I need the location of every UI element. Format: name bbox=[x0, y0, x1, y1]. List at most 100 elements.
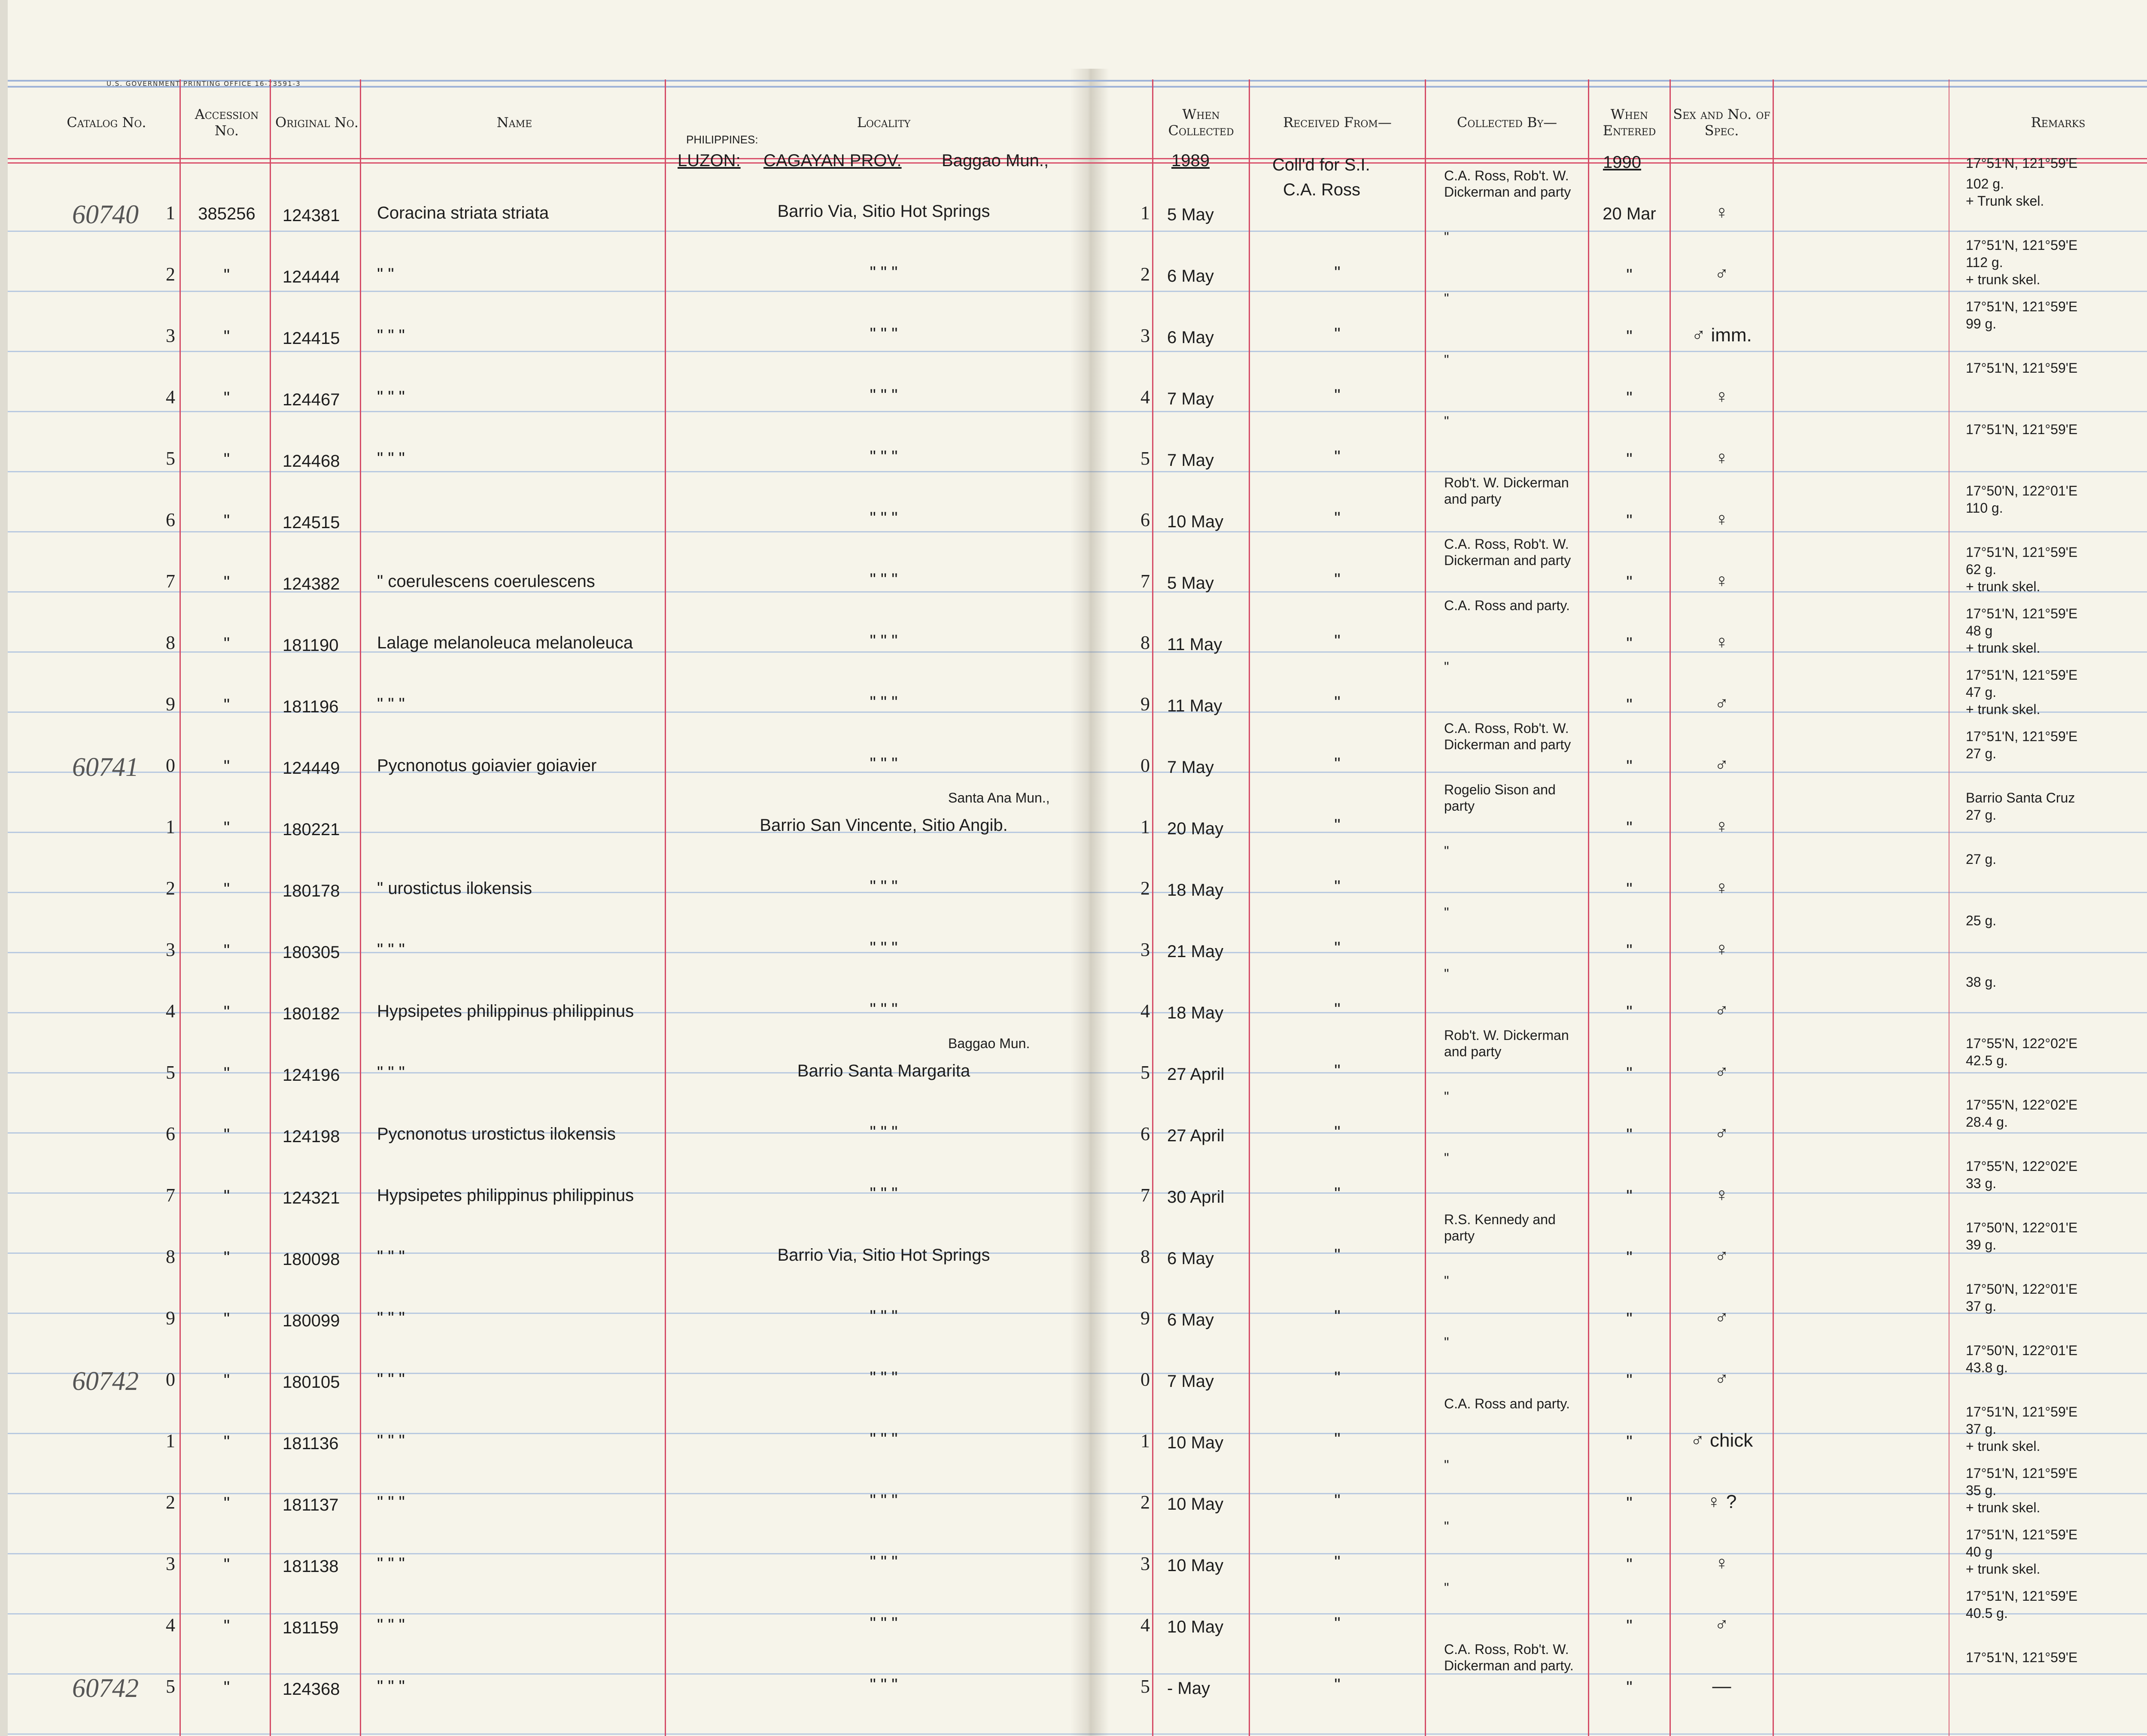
collected-by: Rogelio Sison and party bbox=[1444, 782, 1556, 814]
date-entered: " bbox=[1626, 1494, 1633, 1513]
received-from: " bbox=[1334, 1184, 1341, 1203]
original-number: 181190 bbox=[283, 636, 339, 655]
remark-line: 28.4 g. bbox=[1966, 1114, 2008, 1130]
sex-spec: ♂ bbox=[1715, 1000, 1729, 1021]
collected-digit: 8 bbox=[1140, 1246, 1150, 1267]
collected-by: C.A. Ross, Rob't. W. Dickerman and party… bbox=[1444, 1642, 1574, 1673]
date-entered: " bbox=[1626, 450, 1633, 469]
locality-note: Santa Ana Mun., bbox=[948, 790, 1050, 806]
col-rule bbox=[270, 79, 271, 1736]
original-number: 180221 bbox=[283, 820, 340, 839]
date-entered: " bbox=[1626, 1125, 1633, 1144]
header-bottom-rule-2 bbox=[8, 162, 2147, 164]
accession-number: " bbox=[223, 1125, 230, 1144]
original-number: 180099 bbox=[283, 1311, 340, 1330]
date-entered: " bbox=[1626, 1064, 1633, 1083]
remark-line: 35 g. bbox=[1966, 1483, 1997, 1498]
date-entered: " bbox=[1626, 1310, 1633, 1329]
collected-digit: 9 bbox=[1140, 1307, 1150, 1329]
received-from: " bbox=[1334, 1675, 1341, 1694]
locality: " " " bbox=[870, 386, 898, 405]
collected-digit: 2 bbox=[1140, 264, 1150, 285]
original-number: 180182 bbox=[283, 1004, 340, 1023]
catalog-digit: 7 bbox=[166, 571, 175, 592]
date-collected: 27 April bbox=[1167, 1126, 1225, 1145]
locality: " " " bbox=[870, 1491, 898, 1510]
remark-line: 17°55'N, 122°02'E bbox=[1966, 1158, 2078, 1174]
locality: " " " bbox=[870, 570, 898, 589]
received-from: " bbox=[1334, 447, 1341, 466]
collected-by: C.A. Ross, Rob't. W. Dickerman and party bbox=[1444, 168, 1571, 200]
sex-spec: ♂ bbox=[1715, 1307, 1729, 1328]
collected-digit: 1 bbox=[1140, 1430, 1150, 1451]
locality: " " " bbox=[870, 1307, 898, 1326]
specimen-name: " " " bbox=[377, 449, 405, 468]
header-sex: Sex and No. of Spec. bbox=[1673, 106, 1770, 139]
received-from: " bbox=[1334, 877, 1341, 896]
collected-digit: 2 bbox=[1140, 1492, 1150, 1513]
date-collected: 10 May bbox=[1167, 1556, 1224, 1575]
catalog-digit: 8 bbox=[166, 632, 175, 653]
date-collected: 5 May bbox=[1167, 574, 1214, 593]
collected-digit: 7 bbox=[1140, 571, 1150, 592]
date-entered: " bbox=[1626, 511, 1633, 530]
catalog-digit: 0 bbox=[166, 1369, 175, 1390]
remark-line: 37 g. bbox=[1966, 1298, 1997, 1314]
date-entered: " bbox=[1626, 1003, 1633, 1022]
accession-number: " bbox=[223, 818, 230, 837]
country-label: PHILIPPINES: bbox=[686, 133, 758, 146]
collected-by: " bbox=[1444, 1519, 1449, 1534]
accession-number: " bbox=[223, 266, 230, 285]
date-collected: 11 May bbox=[1167, 635, 1223, 654]
catalog-digit: 1 bbox=[166, 202, 175, 223]
date-collected: 7 May bbox=[1167, 389, 1214, 408]
accession-number: " bbox=[223, 941, 230, 960]
date-collected: - May bbox=[1167, 1679, 1210, 1698]
remark-line: + trunk skel. bbox=[1966, 702, 2041, 717]
remark-line: 17°51'N, 121°59'E bbox=[1966, 606, 2078, 621]
locality: Barrio San Vincente, Sitio Angib. bbox=[760, 816, 1008, 835]
sex-spec: ♂ bbox=[1715, 1061, 1729, 1082]
date-collected: 5 May bbox=[1167, 205, 1214, 224]
specimen-name: " " " bbox=[377, 1677, 405, 1696]
remark-line: 33 g. bbox=[1966, 1176, 1997, 1191]
collected-by: " bbox=[1444, 843, 1449, 859]
locality: " " " bbox=[870, 447, 898, 466]
collected-digit: 6 bbox=[1140, 1123, 1150, 1144]
remark-line: 17°51'N, 121°59'E bbox=[1966, 237, 2078, 253]
catalog-digit: 5 bbox=[166, 1676, 175, 1697]
collected-digit: 9 bbox=[1140, 693, 1150, 714]
specimen-name: " " " bbox=[377, 326, 405, 345]
original-number: 124198 bbox=[283, 1127, 340, 1146]
remark-line: 17°55'N, 122°02'E bbox=[1966, 1036, 2078, 1051]
locality: " " " bbox=[870, 1430, 898, 1449]
accession-number: " bbox=[223, 1555, 230, 1574]
remark-line: + trunk skel. bbox=[1966, 579, 2041, 594]
province-label: CAGAYAN PROV. bbox=[763, 151, 902, 170]
remark-line: 27 g. bbox=[1966, 807, 1997, 823]
remark-line: 17°51'N, 121°59'E bbox=[1966, 360, 2078, 376]
date-entered: " bbox=[1626, 757, 1633, 776]
date-entered: " bbox=[1626, 1187, 1633, 1206]
received-from: " bbox=[1334, 1246, 1341, 1265]
specimen-name: " " " bbox=[377, 940, 405, 959]
locality: " " " bbox=[870, 1675, 898, 1694]
collected-by: C.A. Ross and party. bbox=[1444, 598, 1570, 613]
original-number: 124381 bbox=[283, 206, 340, 225]
col-rule bbox=[1425, 79, 1426, 1736]
header-when-entered: When Entered bbox=[1603, 106, 1656, 139]
header-remarks: Remarks bbox=[2031, 114, 2086, 131]
collected-digit: 3 bbox=[1140, 1553, 1150, 1574]
remark-line: + trunk skel. bbox=[1966, 1500, 2041, 1515]
collected-by: Rob't. W. Dickerman and party bbox=[1444, 475, 1569, 507]
collected-digit: 5 bbox=[1140, 1062, 1150, 1083]
received-from-line1: Coll'd for S.I. bbox=[1272, 155, 1370, 174]
sex-spec: ♂ bbox=[1715, 1614, 1729, 1635]
date-collected: 11 May bbox=[1167, 696, 1223, 715]
specimen-name: Hypsipetes philippinus philippinus bbox=[377, 1002, 634, 1021]
remark-line: 25 g. bbox=[1966, 913, 1997, 928]
remark-line: 17°51'N, 121°59'E bbox=[1966, 422, 2078, 437]
collected-by: " bbox=[1444, 1580, 1449, 1596]
date-entered: " bbox=[1626, 696, 1633, 714]
original-number: 124196 bbox=[283, 1066, 340, 1085]
